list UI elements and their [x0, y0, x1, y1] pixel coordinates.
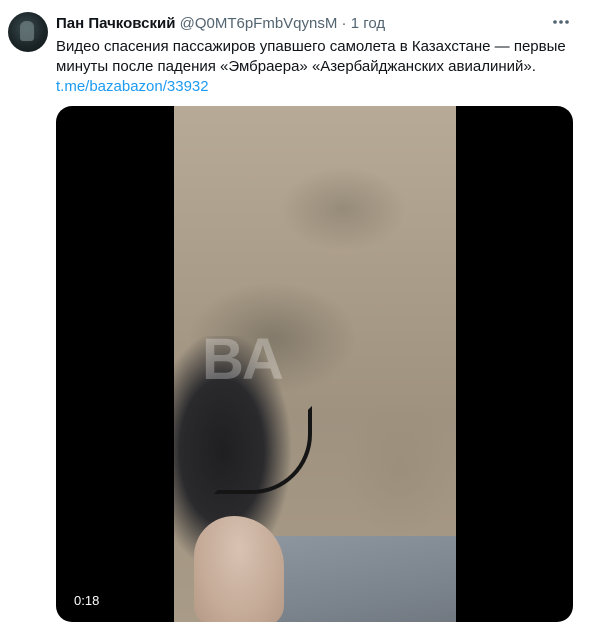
- video-watermark: BA: [202, 327, 284, 392]
- video-frame[interactable]: BA: [174, 106, 456, 622]
- video-scene-cable: [214, 406, 312, 494]
- video-scene-hand: [194, 516, 284, 622]
- tweet-text: Видео спасения пассажиров упавшего самол…: [56, 38, 566, 75]
- tweet-header: Пан Пачковский @Q0MT6pFmbVqynsM · 1 год: [56, 14, 549, 34]
- video-player[interactable]: BA 0:18: [56, 106, 573, 622]
- tweet[interactable]: Пан Пачковский @Q0MT6pFmbVqynsM · 1 год …: [0, 0, 589, 625]
- author-handle[interactable]: @Q0MT6pFmbVqynsM: [180, 15, 338, 32]
- tweet-link[interactable]: t.me/bazabazon/33932: [56, 77, 209, 97]
- tweet-time[interactable]: 1 год: [351, 15, 385, 32]
- video-duration-badge: 0:18: [68, 590, 106, 612]
- avatar-image: [20, 21, 34, 41]
- more-options-icon: [553, 20, 569, 24]
- separator-dot: ·: [341, 15, 347, 32]
- avatar[interactable]: [8, 12, 48, 52]
- author-name[interactable]: Пан Пачковский: [56, 15, 175, 32]
- more-options-button[interactable]: [551, 12, 571, 32]
